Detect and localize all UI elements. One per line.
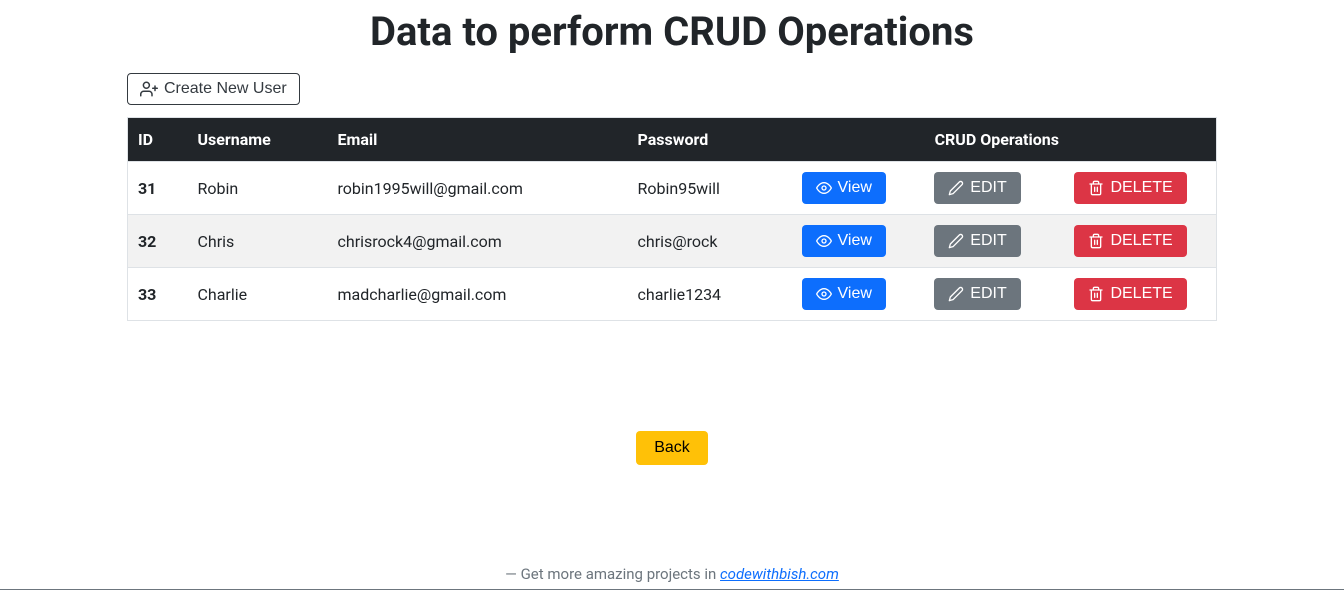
cell-username: Robin (188, 162, 328, 215)
page-title: Data to perform CRUD Operations (127, 8, 1217, 55)
cell-username: Chris (188, 215, 328, 268)
edit-label: EDIT (970, 232, 1006, 250)
cell-email: robin1995will@gmail.com (328, 162, 628, 215)
delete-button[interactable]: DELETE (1074, 225, 1186, 257)
cell-password: charlie1234 (628, 268, 778, 321)
pencil-icon (948, 286, 964, 302)
view-label: View (838, 232, 872, 250)
edit-button[interactable]: EDIT (934, 278, 1020, 310)
table-row: 33Charliemadcharlie@gmail.comcharlie1234… (128, 268, 1217, 321)
edit-button[interactable]: EDIT (934, 225, 1020, 257)
cell-password: chris@rock (628, 215, 778, 268)
cell-username: Charlie (188, 268, 328, 321)
col-password: Password (628, 118, 778, 162)
footer: — Get more amazing projects in codewithb… (0, 565, 1344, 590)
view-button[interactable]: View (802, 225, 886, 257)
back-button[interactable]: Back (636, 431, 708, 465)
eye-icon (816, 180, 832, 196)
table-row: 32Chrischrisrock4@gmail.comchris@rock Vie… (128, 215, 1217, 268)
cell-password: Robin95will (628, 162, 778, 215)
delete-button[interactable]: DELETE (1074, 172, 1186, 204)
cell-id: 32 (128, 215, 188, 268)
delete-label: DELETE (1110, 232, 1172, 250)
trash-icon (1088, 233, 1104, 249)
cell-id: 33 (128, 268, 188, 321)
user-plus-icon (140, 80, 158, 98)
pencil-icon (948, 180, 964, 196)
col-username: Username (188, 118, 328, 162)
trash-icon (1088, 180, 1104, 196)
view-button[interactable]: View (802, 278, 886, 310)
delete-label: DELETE (1110, 179, 1172, 197)
footer-link[interactable]: codewithbish.com (720, 565, 839, 583)
view-label: View (838, 285, 872, 303)
edit-label: EDIT (970, 179, 1006, 197)
delete-label: DELETE (1110, 285, 1172, 303)
users-table: ID Username Email Password CRUD Operatio… (127, 117, 1217, 321)
pencil-icon (948, 233, 964, 249)
eye-icon (816, 286, 832, 302)
footer-prefix: — Get more amazing projects in (505, 565, 720, 583)
col-id: ID (128, 118, 188, 162)
cell-id: 31 (128, 162, 188, 215)
col-email: Email (328, 118, 628, 162)
create-new-user-button[interactable]: Create New User (127, 73, 300, 105)
col-crud: CRUD Operations (778, 118, 1217, 162)
eye-icon (816, 233, 832, 249)
delete-button[interactable]: DELETE (1074, 278, 1186, 310)
table-row: 31Robinrobin1995will@gmail.comRobin95wil… (128, 162, 1217, 215)
trash-icon (1088, 286, 1104, 302)
create-button-label: Create New User (164, 80, 287, 98)
edit-button[interactable]: EDIT (934, 172, 1020, 204)
view-button[interactable]: View (802, 172, 886, 204)
view-label: View (838, 179, 872, 197)
cell-email: chrisrock4@gmail.com (328, 215, 628, 268)
edit-label: EDIT (970, 285, 1006, 303)
cell-email: madcharlie@gmail.com (328, 268, 628, 321)
